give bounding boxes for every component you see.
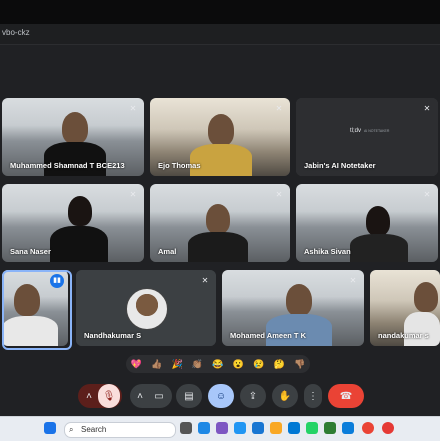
windows-start-icon[interactable] bbox=[44, 422, 56, 434]
emoji-button[interactable]: ☺ bbox=[208, 384, 234, 408]
copilot-icon[interactable] bbox=[216, 422, 228, 434]
notetaker-logo: tl;dv bbox=[350, 128, 362, 134]
participant-body bbox=[266, 314, 332, 346]
mic-off-icon: ✕ bbox=[423, 190, 431, 199]
participant-video bbox=[286, 284, 312, 316]
os-taskbar: ⌕ Search bbox=[0, 416, 440, 441]
participant-name: Jabin's AI Notetaker bbox=[304, 161, 376, 170]
hand-icon: ✋ bbox=[278, 390, 292, 402]
raise-hand-button[interactable]: ✋ bbox=[272, 384, 298, 408]
reaction-thinking[interactable]: 🤔 bbox=[274, 359, 285, 370]
participant-body bbox=[350, 234, 408, 262]
mic-off-icon: ✕ bbox=[275, 190, 283, 199]
mic-off-icon: ✕ bbox=[201, 276, 209, 285]
participant-tile[interactable]: tl;dv AI NOTETAKER ✕ Jabin's AI Notetake… bbox=[296, 98, 438, 176]
participant-name: Mohamed Ameen T K bbox=[230, 331, 306, 340]
participant-name: Amal bbox=[158, 247, 177, 256]
reaction-heart[interactable]: 💖 bbox=[131, 359, 142, 370]
more-icon: ⋮ bbox=[308, 390, 318, 402]
mic-off-icon: ✕ bbox=[129, 104, 137, 113]
mic-off-icon: ✕ bbox=[275, 104, 283, 113]
participant-tile[interactable]: ✕ Sana Naser bbox=[2, 184, 144, 262]
mic-off-icon[interactable]: 🎙 bbox=[98, 384, 120, 408]
reaction-laugh[interactable]: 😂 bbox=[212, 359, 223, 370]
participant-video bbox=[68, 196, 92, 226]
captions-button[interactable]: ▤ bbox=[176, 384, 202, 408]
participant-body bbox=[190, 144, 252, 176]
participant-body bbox=[50, 226, 108, 262]
present-icon: ⇪ bbox=[248, 390, 258, 402]
participant-body bbox=[404, 312, 440, 346]
camera-options-chevron-icon[interactable]: ˄ bbox=[132, 391, 148, 402]
speaking-indicator-icon: ▮▮ bbox=[50, 274, 64, 288]
participant-tile[interactable]: ✕ Amal bbox=[150, 184, 290, 262]
vscode-icon[interactable] bbox=[198, 422, 210, 434]
browser-tab-strip bbox=[0, 0, 440, 24]
captions-icon: ▤ bbox=[184, 390, 194, 402]
address-bar[interactable]: vbo-ckz bbox=[0, 24, 440, 45]
participant-tile[interactable]: ✕ Nandhakumar S bbox=[76, 270, 216, 346]
mic-options-chevron-icon[interactable]: ˄ bbox=[80, 391, 98, 402]
participant-video bbox=[208, 114, 234, 146]
search-icon: ⌕ bbox=[69, 425, 74, 434]
reaction-surprised[interactable]: 😮 bbox=[233, 359, 244, 370]
emoji-icon: ☺ bbox=[215, 390, 227, 402]
participant-name: Nandhakumar S bbox=[84, 331, 142, 340]
more-options-button[interactable]: ⋮ bbox=[304, 384, 322, 408]
present-button[interactable]: ⇪ bbox=[240, 384, 266, 408]
participant-tile[interactable]: ✕ Ashika Sivan bbox=[296, 184, 438, 262]
reaction-thumbs-down[interactable]: 👎🏽 bbox=[294, 359, 305, 370]
participant-tile-speaking[interactable]: ▮▮ bbox=[2, 270, 68, 346]
participant-video bbox=[14, 284, 40, 316]
mail-icon[interactable] bbox=[288, 422, 300, 434]
reaction-bar: 💖 👍🏽 🎉 👏🏽 😂 😮 😢 🤔 👎🏽 bbox=[126, 355, 310, 373]
avatar bbox=[126, 288, 168, 330]
participant-tile[interactable]: ✕ Ejo Thomas bbox=[150, 98, 290, 176]
leave-call-button[interactable]: ☎ bbox=[328, 384, 364, 408]
participant-name: Ejo Thomas bbox=[158, 161, 201, 170]
participant-body bbox=[188, 232, 248, 262]
task-view-icon[interactable] bbox=[180, 422, 192, 434]
meeting-controls: ˄ 🎙 ˄ ▭ ▤ ☺ ⇪ ✋ ⋮ ☎ bbox=[0, 380, 440, 412]
participant-tile[interactable]: ✕ Muhammed Shamnad T BCE213 bbox=[2, 98, 144, 176]
reaction-sad[interactable]: 😢 bbox=[253, 359, 264, 370]
app-icon[interactable] bbox=[252, 422, 264, 434]
reaction-thumbs-up[interactable]: 👍🏽 bbox=[151, 359, 162, 370]
participant-video bbox=[414, 282, 438, 312]
chrome-icon[interactable] bbox=[362, 422, 374, 434]
reaction-clap[interactable]: 👏🏽 bbox=[192, 359, 203, 370]
participant-name: nandakumar s bbox=[378, 331, 429, 340]
participant-name: Ashika Sivan bbox=[304, 247, 351, 256]
app-icon[interactable] bbox=[234, 422, 246, 434]
search-label: Search bbox=[81, 425, 107, 434]
whatsapp-icon[interactable] bbox=[306, 422, 318, 434]
participant-tile[interactable]: nandakumar s bbox=[370, 270, 440, 346]
mic-off-icon: ✕ bbox=[423, 104, 431, 113]
leave-call-icon: ☎ bbox=[339, 390, 353, 402]
taskbar-search[interactable]: ⌕ Search bbox=[64, 422, 176, 438]
participant-video bbox=[206, 204, 230, 234]
mic-off-icon: ✕ bbox=[349, 276, 357, 285]
participant-tile[interactable]: ✕ Mohamed Ameen T K bbox=[222, 270, 364, 346]
participant-body bbox=[44, 142, 106, 176]
participant-name: Sana Naser bbox=[10, 247, 51, 256]
mic-group: ˄ 🎙 bbox=[78, 384, 122, 408]
participant-video bbox=[62, 112, 88, 144]
file-explorer-icon[interactable] bbox=[270, 422, 282, 434]
chrome-profile-icon[interactable] bbox=[382, 422, 394, 434]
app-icon[interactable] bbox=[324, 422, 336, 434]
participant-name: Muhammed Shamnad T BCE213 bbox=[10, 161, 125, 170]
mic-off-icon: ✕ bbox=[129, 190, 137, 199]
edge-icon[interactable] bbox=[342, 422, 354, 434]
participant-video bbox=[366, 206, 390, 236]
camera-icon[interactable]: ▭ bbox=[148, 391, 170, 402]
participant-body bbox=[2, 316, 58, 346]
reaction-party[interactable]: 🎉 bbox=[171, 359, 182, 370]
url-text: vbo-ckz bbox=[2, 28, 30, 37]
notetaker-badge: AI NOTETAKER bbox=[364, 129, 390, 133]
camera-group: ˄ ▭ bbox=[130, 384, 172, 408]
